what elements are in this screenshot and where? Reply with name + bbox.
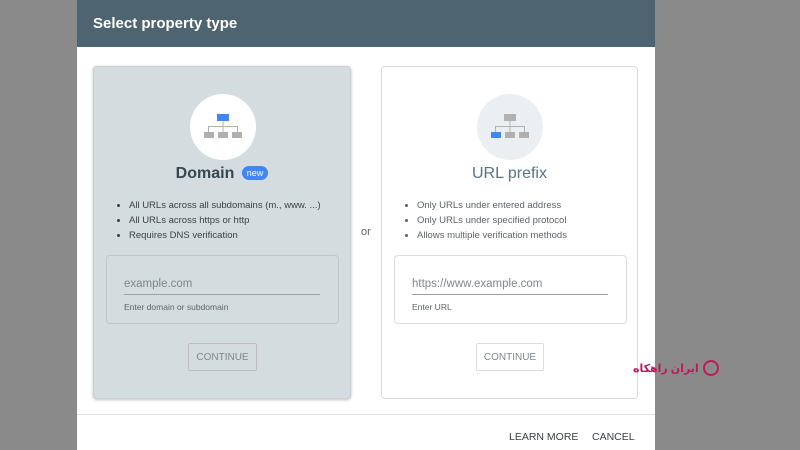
domain-features: All URLs across all subdomains (m., www.… (116, 198, 321, 243)
watermark-text: ایران راهکاه (633, 362, 699, 375)
dialog-title: Select property type (77, 0, 655, 47)
watermark-logo-icon (702, 360, 719, 376)
domain-input[interactable] (124, 273, 320, 295)
list-item: Only URLs under specified protocol (417, 213, 567, 228)
url-input-box: Enter URL (394, 255, 627, 324)
cancel-button[interactable]: CANCEL (592, 431, 635, 443)
url-helper-text: Enter URL (412, 302, 452, 312)
domain-input-box: Enter domain or subdomain (106, 255, 339, 324)
url-prefix-card[interactable]: URL prefix Only URLs under entered addre… (381, 66, 638, 399)
list-item: Only URLs under entered address (417, 198, 567, 213)
url-prefix-features: Only URLs under entered address Only URL… (404, 198, 567, 243)
learn-more-button[interactable]: LEARN MORE (509, 431, 578, 443)
list-item: Requires DNS verification (129, 228, 321, 243)
domain-icon-circle (190, 94, 256, 160)
dialog-footer: LEARN MORE CANCEL (77, 414, 655, 450)
or-separator: or (361, 226, 371, 238)
url-prefix-title: URL prefix (472, 165, 547, 182)
url-prefix-icon-circle (477, 94, 543, 160)
sitemap-icon (491, 114, 529, 138)
url-input[interactable] (412, 273, 608, 295)
watermark: ایران راهکاه (633, 360, 719, 376)
domain-helper-text: Enter domain or subdomain (124, 302, 229, 312)
url-continue-button[interactable]: CONTINUE (476, 343, 544, 371)
domain-title: Domain new (94, 165, 350, 183)
domain-title-text: Domain (175, 165, 235, 182)
domain-card[interactable]: Domain new All URLs across all subdomain… (93, 66, 351, 399)
new-badge: new (241, 166, 269, 180)
list-item: All URLs across https or http (129, 213, 321, 228)
domain-continue-button[interactable]: CONTINUE (188, 343, 257, 371)
list-item: All URLs across all subdomains (m., www.… (129, 198, 321, 213)
sitemap-icon (204, 114, 242, 138)
property-type-dialog: Select property type Domain new All URLs… (77, 0, 655, 450)
list-item: Allows multiple verification methods (417, 228, 567, 243)
